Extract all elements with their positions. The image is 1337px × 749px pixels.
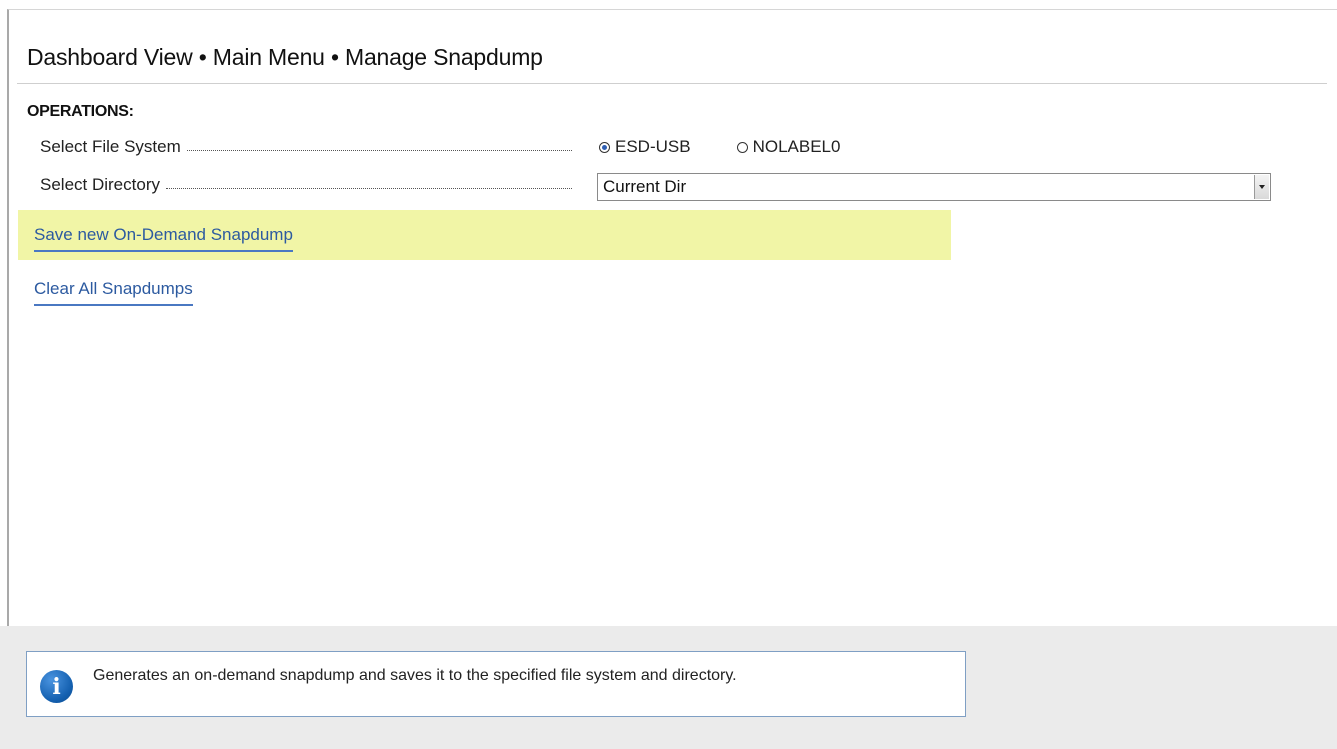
operations-heading: OPERATIONS:: [27, 103, 134, 120]
help-info-box: i Generates an on-demand snapdump and sa…: [26, 651, 966, 717]
radio-selected-icon[interactable]: [599, 141, 610, 153]
breadcrumb: Dashboard View • Main Menu • Manage Snap…: [27, 44, 543, 70]
save-snapdump-link[interactable]: Save new On-Demand Snapdump: [34, 225, 293, 252]
directory-select-value[interactable]: Current Dir: [603, 177, 686, 197]
title-divider: [17, 83, 1327, 84]
directory-select[interactable]: Current Dir: [597, 173, 1271, 201]
file-system-radio-group: ESD-USB NOLABEL0: [599, 137, 886, 157]
directory-label: Select Directory: [40, 175, 572, 195]
info-icon: i: [40, 670, 73, 703]
radio-label-esd-usb[interactable]: ESD-USB: [615, 137, 691, 157]
clear-snapdumps-link[interactable]: Clear All Snapdumps: [34, 279, 193, 306]
file-system-label-text: Select File System: [40, 137, 181, 156]
main-panel: Dashboard View • Main Menu • Manage Snap…: [7, 9, 1337, 626]
radio-option-nolabel0[interactable]: NOLABEL0: [736, 137, 841, 157]
radio-unselected-icon[interactable]: [736, 141, 748, 153]
leader-dots: [165, 187, 572, 189]
directory-label-text: Select Directory: [40, 175, 160, 194]
leader-dots: [186, 149, 572, 151]
radio-label-nolabel0[interactable]: NOLABEL0: [753, 137, 841, 157]
radio-option-esd-usb[interactable]: ESD-USB: [599, 137, 691, 157]
chevron-down-icon[interactable]: [1254, 175, 1269, 199]
page: Dashboard View • Main Menu • Manage Snap…: [0, 0, 1337, 749]
help-text: Generates an on-demand snapdump and save…: [93, 667, 737, 684]
file-system-label: Select File System: [40, 137, 572, 157]
